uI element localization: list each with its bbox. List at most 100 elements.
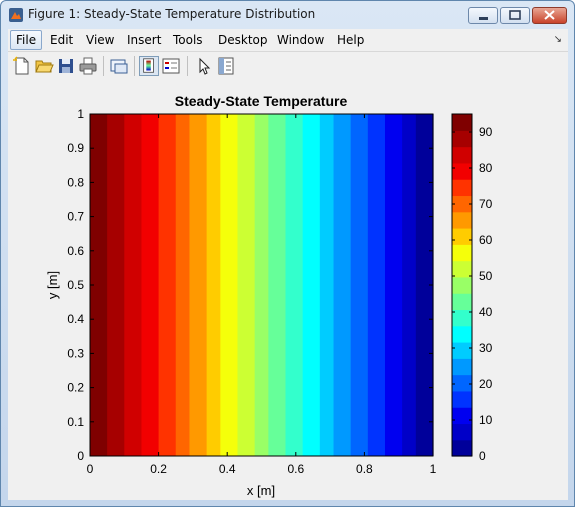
colorbar-tick-label: 90 — [479, 125, 493, 139]
colorbar-tick-label: 80 — [479, 161, 493, 175]
heatmap-band — [268, 114, 287, 456]
save-icon[interactable] — [56, 56, 76, 76]
heatmap-band — [384, 114, 403, 456]
colorbar-segment — [452, 244, 472, 262]
menu-tools[interactable]: Tools — [168, 32, 208, 48]
minimize-button[interactable] — [468, 7, 498, 24]
menu-bar: File Edit View Insert Tools Desktop Wind… — [8, 29, 568, 51]
minimize-icon — [479, 17, 488, 20]
x-tick-label: 0.2 — [150, 462, 167, 476]
heatmap-band — [158, 114, 177, 456]
x-tick-label: 1 — [430, 462, 437, 476]
colorbar-segment — [452, 162, 472, 180]
y-tick-label: 0.5 — [67, 278, 84, 292]
colorbar-segment — [452, 390, 472, 408]
figure-window: Figure 1: Steady-State Temperature Distr… — [0, 0, 575, 507]
y-tick-label: 0.3 — [67, 346, 84, 360]
heatmap-band — [107, 114, 125, 456]
heatmap-band — [333, 114, 352, 456]
y-tick-label: 0.9 — [67, 141, 84, 155]
chart-svg: Steady-State Temperature 0 0.2 0.4 0.6 0.8 1 … — [45, 93, 493, 498]
print-icon[interactable] — [78, 56, 98, 76]
close-button[interactable] — [532, 7, 567, 24]
colorbar-toggle-icon[interactable] — [139, 56, 159, 76]
menu-insert[interactable]: Insert — [122, 32, 166, 48]
menu-desktop[interactable]: Desktop — [213, 32, 273, 48]
toolbar-separator — [187, 56, 188, 76]
maximize-icon — [509, 10, 521, 20]
colorbar-segment — [452, 374, 472, 392]
colorbar-segment — [452, 276, 472, 294]
colorbar-tick-label: 0 — [479, 449, 486, 463]
colorbar-segment — [452, 146, 472, 164]
colorbar-tick-label: 10 — [479, 413, 493, 427]
menu-window[interactable]: Window — [272, 32, 329, 48]
open-file-icon[interactable] — [34, 56, 54, 76]
heatmap-band — [350, 114, 369, 456]
heatmap-band — [189, 114, 208, 456]
menu-file[interactable]: File — [10, 30, 43, 50]
toolbar-separator — [103, 56, 104, 76]
property-editor-icon[interactable] — [216, 56, 236, 76]
y-tick-label: 0.7 — [67, 210, 84, 224]
figure-canvas: Steady-State Temperature 0 0.2 0.4 0.6 0.8 1 … — [8, 80, 568, 500]
colorbar-segment — [452, 260, 472, 278]
colorbar-segment — [452, 293, 472, 311]
link-plot-icon[interactable] — [109, 56, 129, 76]
colorbar-segment — [452, 407, 472, 425]
menu-help[interactable]: Help — [332, 32, 369, 48]
heatmap-band — [319, 114, 335, 456]
colorbar-segment — [452, 423, 472, 441]
heatmap-band — [254, 114, 269, 456]
menu-edit[interactable]: Edit — [45, 32, 78, 48]
y-tick-label: 0 — [77, 449, 84, 463]
colorbar-segment — [452, 114, 472, 131]
title-bar[interactable]: Figure 1: Steady-State Temperature Distr… — [1, 1, 574, 29]
colorbar-tick-label: 60 — [479, 233, 493, 247]
colorbar-segment — [452, 179, 472, 197]
x-tick-label: 0 — [87, 462, 94, 476]
maximize-button[interactable] — [500, 7, 530, 24]
heatmap-band — [124, 114, 143, 456]
y-tick-label: 1 — [77, 107, 84, 121]
y-tick-label: 0.2 — [67, 381, 84, 395]
heatmap-band — [402, 114, 417, 456]
colorbar-tick-label: 20 — [479, 377, 493, 391]
pointer-icon[interactable] — [194, 56, 214, 76]
heatmap-band — [237, 114, 256, 456]
colorbar-segment — [452, 358, 472, 376]
y-tick-label: 0.6 — [67, 244, 84, 258]
y-tick-label: 0.8 — [67, 175, 84, 189]
x-axis-label: x [m] — [247, 483, 275, 498]
colorbar — [451, 113, 473, 457]
window-title: Figure 1: Steady-State Temperature Distr… — [28, 7, 316, 21]
figure-toolbar — [8, 51, 568, 81]
heatmap-band — [206, 114, 221, 456]
colorbar-segment — [452, 439, 472, 457]
colorbar-tick-label: 70 — [479, 197, 493, 211]
y-tick-label: 0.4 — [67, 312, 84, 326]
x-tick-label: 0.6 — [287, 462, 304, 476]
colorbar-tick-label: 30 — [479, 341, 493, 355]
toolbar-separator — [134, 56, 135, 76]
close-icon — [544, 10, 555, 20]
dock-arrow-icon[interactable]: ↘ — [554, 34, 562, 45]
heatmap-band — [302, 114, 321, 456]
heatmap-band — [367, 114, 386, 456]
colorbar-segment — [452, 228, 472, 245]
colorbar-segment — [452, 130, 472, 148]
heatmap-band — [220, 114, 239, 456]
matlab-figure-icon — [9, 8, 23, 22]
colorbar-tick-label: 40 — [479, 305, 493, 319]
heatmap-band — [285, 114, 304, 456]
menu-view[interactable]: View — [81, 32, 119, 48]
heatmap-band — [175, 114, 191, 456]
new-figure-icon[interactable] — [12, 56, 32, 76]
colorbar-segment — [452, 342, 472, 359]
x-tick-label: 0.4 — [219, 462, 236, 476]
legend-toggle-icon[interactable] — [161, 56, 181, 76]
y-axis-label: y [m] — [45, 271, 60, 299]
heatmap — [90, 114, 434, 456]
y-tick-label: 0.1 — [67, 415, 84, 429]
colorbar-segment — [452, 325, 472, 343]
